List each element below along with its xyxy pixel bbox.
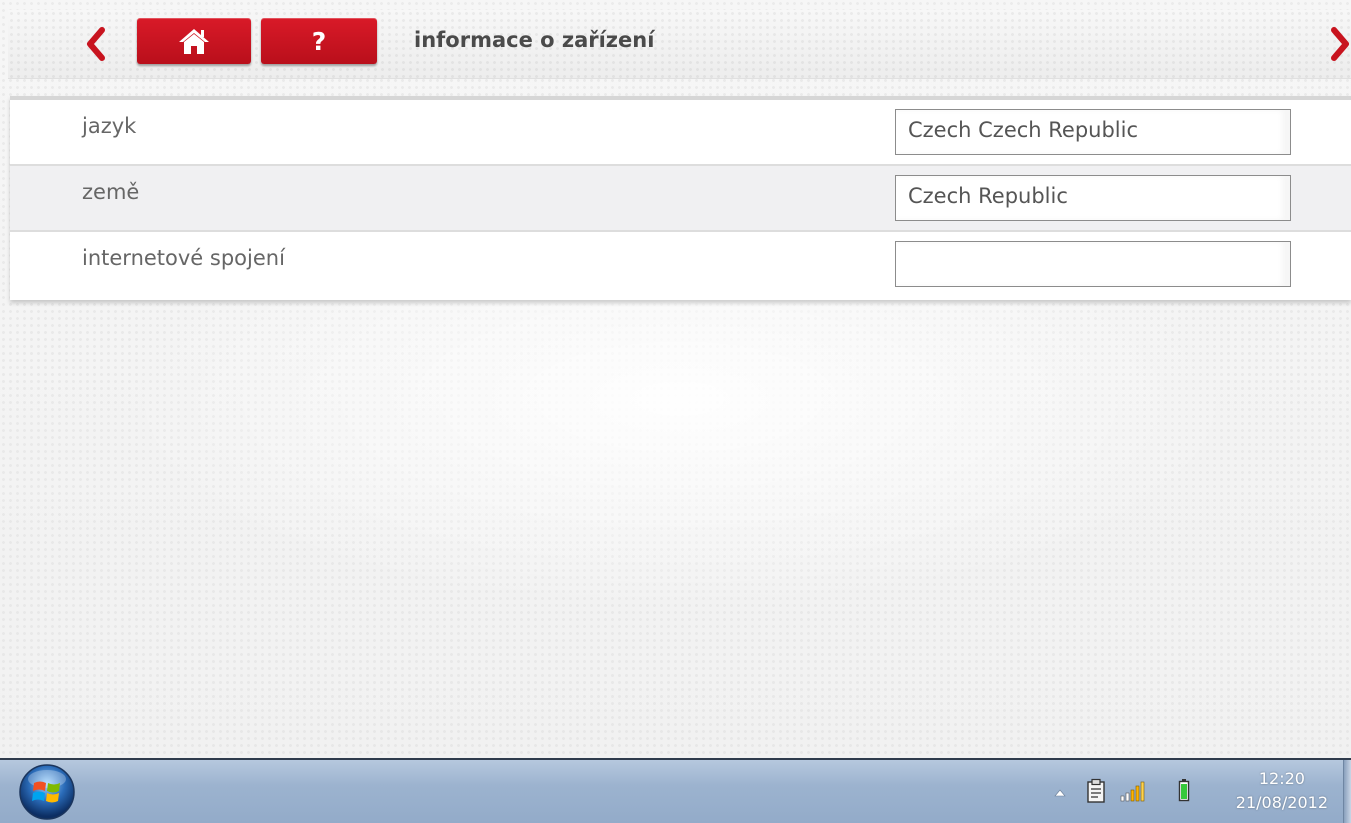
row-label: internetové spojení bbox=[82, 246, 285, 270]
row-label: jazyk bbox=[82, 114, 137, 138]
system-clock[interactable]: 12:20 21/08/2012 bbox=[1236, 767, 1328, 815]
info-row-language: jazyk Czech Czech Republic bbox=[10, 100, 1351, 166]
country-value-field[interactable]: Czech Republic bbox=[895, 175, 1291, 221]
forward-chevron-icon[interactable] bbox=[1322, 24, 1351, 64]
info-row-country: země Czech Republic bbox=[10, 166, 1351, 232]
page-title: informace o zařízení bbox=[414, 28, 655, 52]
tray-expand-icon[interactable] bbox=[1054, 788, 1066, 798]
taskbar: 12:20 21/08/2012 bbox=[0, 758, 1351, 823]
battery-icon[interactable] bbox=[1178, 778, 1190, 802]
windows-start-icon[interactable] bbox=[7, 763, 87, 821]
show-desktop-button[interactable] bbox=[1343, 760, 1351, 823]
help-button[interactable]: ? bbox=[261, 18, 377, 64]
app-screen: ? informace o zařízení jazyk Czech Czech… bbox=[0, 0, 1351, 758]
clipboard-icon[interactable] bbox=[1086, 778, 1106, 804]
internet-connection-value-field[interactable] bbox=[895, 241, 1291, 287]
back-chevron-icon[interactable] bbox=[80, 24, 114, 64]
signal-bars-icon[interactable] bbox=[1120, 780, 1146, 802]
row-label: země bbox=[82, 180, 140, 204]
info-row-internet-connection: internetové spojení bbox=[10, 232, 1351, 296]
language-value-field[interactable]: Czech Czech Republic bbox=[895, 109, 1291, 155]
header-bar: ? informace o zařízení bbox=[8, 10, 1351, 79]
home-icon bbox=[179, 29, 209, 54]
clock-date: 21/08/2012 bbox=[1235, 793, 1328, 812]
home-button[interactable] bbox=[137, 18, 251, 64]
info-panel: jazyk Czech Czech Republic země Czech Re… bbox=[10, 96, 1351, 300]
clock-time: 12:20 bbox=[1258, 769, 1305, 788]
help-icon: ? bbox=[311, 26, 327, 56]
